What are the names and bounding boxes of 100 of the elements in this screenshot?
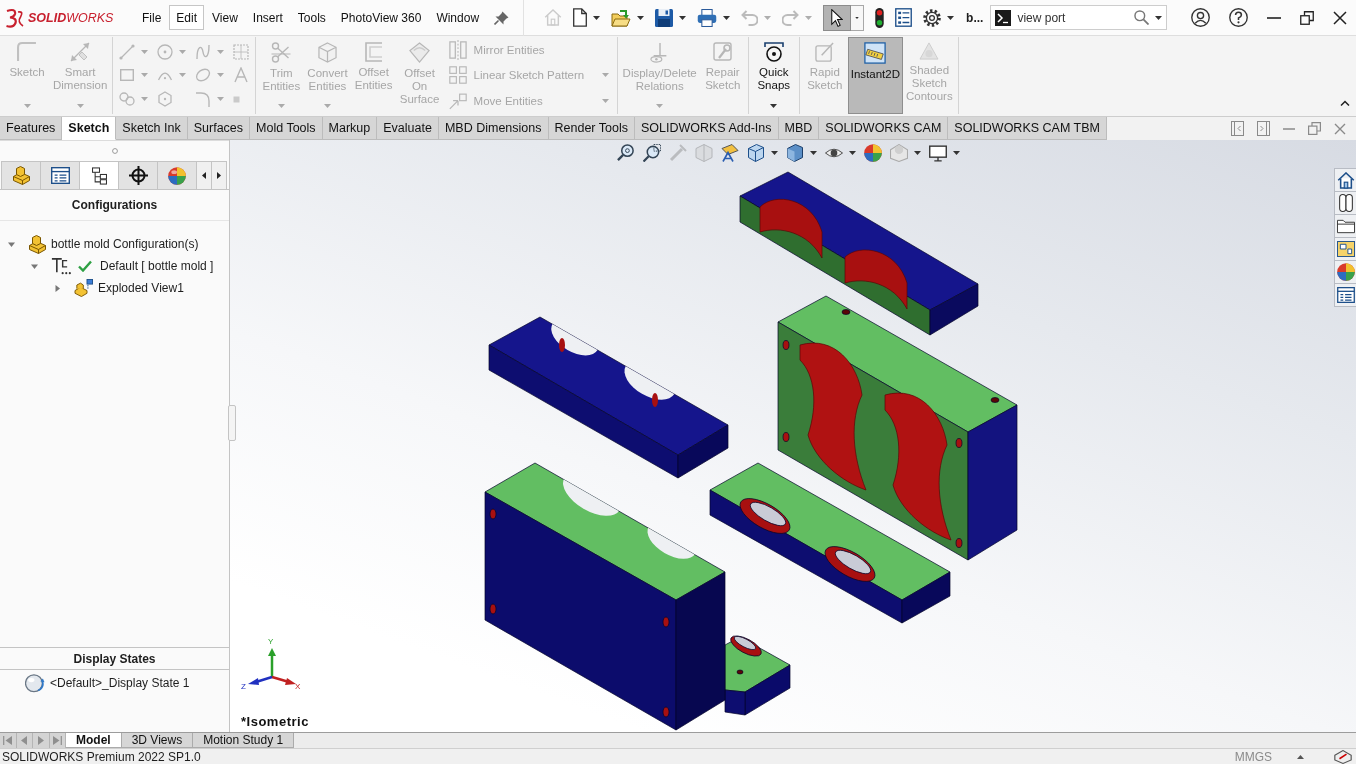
pane-left-icon[interactable] [1231, 121, 1244, 136]
section-header: Display States [0, 647, 229, 670]
scroll-button[interactable] [196, 161, 212, 189]
caret-icon[interactable] [1155, 15, 1163, 20]
ribbon-tab[interactable]: Features [0, 117, 63, 140]
blocks-icon [28, 234, 47, 254]
caret-icon[interactable] [953, 151, 960, 155]
offset-surface-icon [409, 42, 431, 63]
document-tab[interactable]: 3D Views [121, 733, 194, 748]
monitor-icon[interactable] [929, 144, 947, 162]
menu-item[interactable]: PhotoView 360 [333, 5, 429, 30]
status-text: SOLIDWORKS Premium 2022 SP1.0 [2, 749, 201, 764]
chevron-up-icon[interactable] [1340, 100, 1350, 106]
folder-icon [1336, 218, 1355, 234]
ribbon-tab[interactable]: Markup [322, 117, 378, 140]
task-pane-tab[interactable] [1334, 237, 1356, 261]
grip-icon[interactable] [111, 148, 118, 154]
ribbon-tab[interactable]: SOLIDWORKS CAM [819, 117, 949, 140]
configuration-icon [51, 257, 71, 275]
list-icon[interactable] [895, 8, 913, 27]
pane-right-icon[interactable] [1257, 121, 1270, 136]
annotation-icon[interactable] [721, 144, 739, 162]
manager-tab[interactable] [40, 161, 80, 189]
caret-icon[interactable] [723, 15, 731, 20]
search-input[interactable]: view port [1017, 10, 1129, 25]
task-pane-tab[interactable] [1334, 214, 1356, 238]
caret-icon[interactable] [914, 151, 921, 155]
ribbon-tab[interactable]: Sketch [62, 117, 117, 140]
caret-icon[interactable] [849, 151, 856, 155]
pin-icon[interactable] [494, 10, 510, 25]
offset-icon [365, 42, 383, 62]
splitter-handle[interactable] [228, 405, 236, 441]
restore-icon[interactable] [1300, 10, 1314, 25]
mirror-icon [448, 39, 467, 60]
menu-item[interactable]: Insert [245, 5, 290, 30]
document-tab[interactable]: Model [66, 733, 122, 748]
menu-item[interactable]: Edit [169, 5, 205, 30]
ribbon-tab[interactable]: Surfaces [187, 117, 251, 140]
folder-icon[interactable] [611, 8, 632, 27]
ribbon-command-button[interactable]: Instant2D [847, 37, 903, 114]
task-pane-tab[interactable] [1334, 168, 1356, 192]
ruler-icon [864, 42, 887, 64]
view-cube-icon[interactable] [747, 144, 765, 162]
toolbar-button[interactable] [823, 4, 852, 31]
terminal-icon [995, 9, 1012, 26]
rebuild-status-icon[interactable] [1334, 749, 1352, 764]
caret-icon[interactable] [679, 15, 687, 20]
save-icon[interactable] [655, 8, 674, 27]
color-ball-icon[interactable] [864, 144, 882, 162]
caret-icon[interactable] [1297, 754, 1304, 759]
manager-tab[interactable] [118, 161, 158, 189]
task-pane-tab[interactable] [1334, 260, 1356, 284]
ribbon-tab[interactable]: Mold Tools [250, 117, 323, 140]
new-document-icon[interactable] [573, 8, 588, 27]
caret-icon[interactable] [637, 15, 645, 20]
document-tab[interactable]: Motion Study 1 [193, 733, 295, 748]
task-pane-tab[interactable] [1334, 191, 1356, 215]
help-icon[interactable] [1229, 8, 1248, 27]
cursor-arrow-icon[interactable] [831, 8, 844, 27]
traffic-light-icon[interactable] [875, 7, 885, 28]
caret-icon[interactable] [771, 151, 778, 155]
parts-library-icon [1337, 194, 1354, 212]
search-icon[interactable] [1134, 10, 1150, 25]
search-field[interactable]: view port [990, 5, 1168, 30]
menu-item[interactable]: Tools [290, 5, 333, 30]
close-icon[interactable] [1333, 10, 1347, 25]
ribbon-tab[interactable]: Render Tools [548, 117, 635, 140]
ribbon-tab[interactable]: MBD Dimensions [438, 117, 549, 140]
snap-target-icon [763, 42, 784, 62]
shaded-sketch-icon [919, 42, 940, 60]
list-item[interactable]: <Default>_Display State 1 [0, 670, 229, 696]
tree-item[interactable]: Exploded View1 [46, 277, 229, 299]
shaded-cube-icon[interactable] [786, 144, 804, 162]
ribbon-tab[interactable]: SOLIDWORKS Add-Ins [634, 117, 779, 140]
caret-icon[interactable] [810, 151, 817, 155]
tree-item[interactable]: Default [ bottle mold ] [23, 255, 229, 277]
scroll-button[interactable] [211, 161, 227, 189]
ribbon-tab[interactable]: SOLIDWORKS CAM TBM [948, 117, 1107, 140]
zoom-area-icon[interactable] [643, 144, 661, 162]
caret-icon[interactable] [593, 15, 601, 20]
exploded-view-icon [74, 279, 94, 297]
minimize-icon[interactable] [1267, 16, 1281, 19]
tree-icon [91, 166, 107, 185]
printer-icon[interactable] [697, 8, 718, 27]
user-icon[interactable] [1191, 8, 1210, 27]
task-pane-tab[interactable] [1334, 283, 1356, 307]
manager-tab[interactable] [79, 161, 119, 189]
ribbon-tab[interactable]: Sketch Ink [116, 117, 188, 140]
settings-icon[interactable] [923, 8, 942, 27]
ribbon-tab[interactable]: Evaluate [377, 117, 439, 140]
ribbon-tab[interactable]: MBD [778, 117, 820, 140]
tree-item[interactable]: bottle mold Configuration(s) [0, 233, 229, 255]
caret-icon[interactable] [770, 104, 778, 108]
repair-icon [712, 42, 733, 62]
menu-item[interactable]: Window [429, 5, 487, 30]
caret-icon[interactable] [947, 15, 955, 20]
menu-item[interactable]: File [135, 5, 169, 30]
menu-item[interactable]: View [205, 5, 245, 30]
ribbon-command-button[interactable]: Quick Snaps [750, 37, 797, 114]
zoom-fit-icon[interactable] [617, 144, 635, 162]
